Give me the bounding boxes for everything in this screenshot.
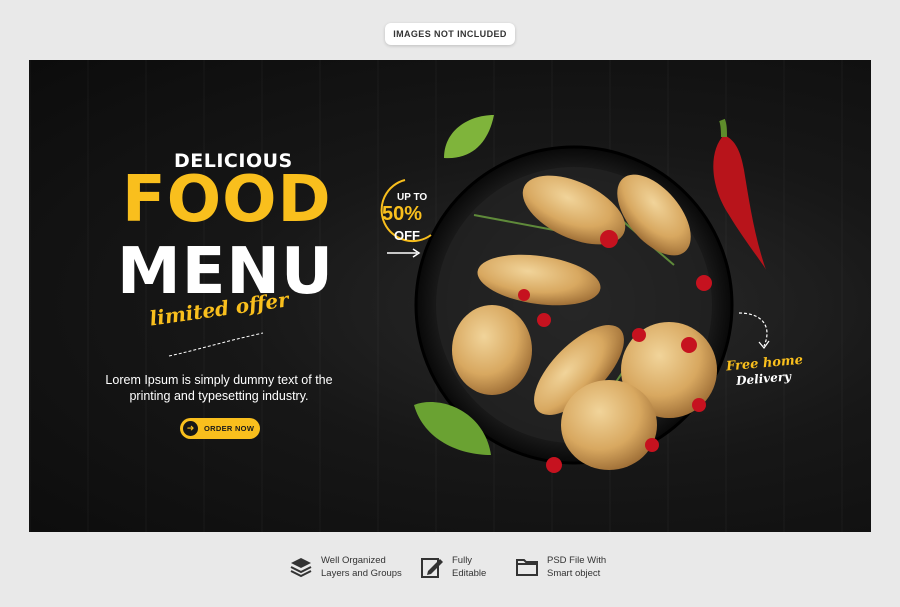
chili-pepper-icon bbox=[713, 118, 766, 270]
order-now-label: ORDER NOW bbox=[204, 424, 255, 433]
headline-menu: MENU bbox=[117, 235, 334, 309]
order-now-button[interactable]: ➜ ORDER NOW bbox=[180, 418, 260, 439]
arrow-right-icon: ➜ bbox=[183, 421, 198, 436]
discount-offer-badge: UP TO 50% OFF bbox=[369, 175, 441, 265]
basil-leaf-icon bbox=[444, 115, 494, 159]
feature-psd-line2: Smart object bbox=[547, 568, 601, 579]
body-text: Lorem Ipsum is simply dummy text of the … bbox=[105, 373, 333, 403]
layers-icon bbox=[290, 558, 312, 578]
food-menu-banner: DELICIOUS FOOD MENU limited offer Lorem … bbox=[29, 60, 871, 532]
feature-psd-line1: PSD File With bbox=[547, 555, 607, 566]
folder-icon bbox=[516, 559, 538, 576]
offer-up-to: UP TO bbox=[397, 192, 428, 203]
images-not-included-badge: IMAGES NOT INCLUDED bbox=[385, 23, 515, 45]
feature-layers-line1: Well Organized bbox=[321, 555, 386, 566]
feature-psd: PSD File With Smart object bbox=[515, 554, 606, 580]
delivery-arrow-icon bbox=[738, 312, 770, 349]
basil-leaf-icon bbox=[414, 402, 491, 455]
offer-percent: 50% bbox=[382, 203, 423, 225]
feature-layers-line2: Layers and Groups bbox=[321, 568, 402, 579]
offer-off: OFF bbox=[394, 228, 420, 243]
curl-divider-icon bbox=[168, 332, 264, 357]
feature-editable: Fully Editable bbox=[420, 554, 486, 580]
headline-food: FOOD bbox=[122, 163, 332, 237]
edit-icon bbox=[421, 558, 443, 578]
feature-editable-line1: Fully bbox=[452, 555, 473, 566]
delivery-note: Free home Delivery bbox=[725, 353, 806, 388]
feature-editable-line2: Editable bbox=[452, 568, 487, 579]
feature-layers: Well Organized Layers and Groups bbox=[289, 554, 402, 580]
feature-strip: Well Organized Layers and Groups Fully E… bbox=[0, 554, 900, 586]
